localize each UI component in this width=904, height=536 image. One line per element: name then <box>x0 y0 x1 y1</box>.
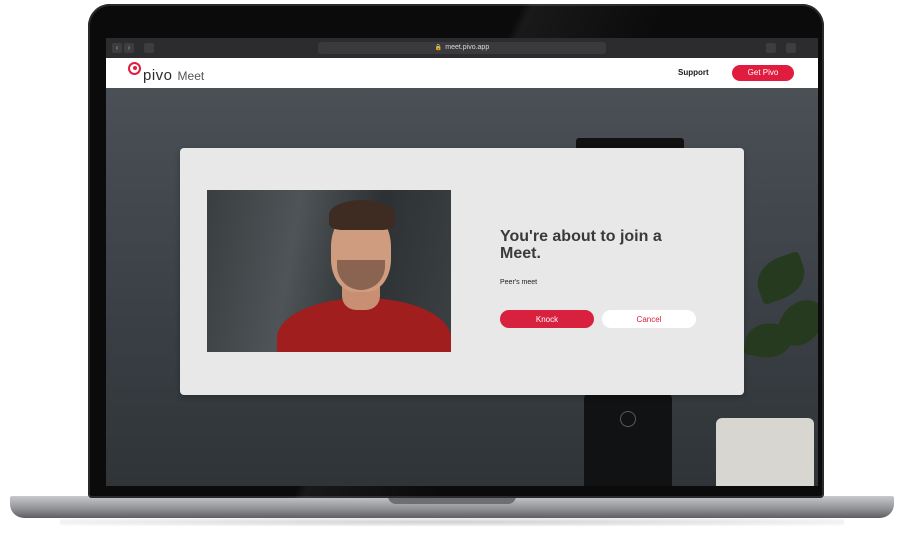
knock-button[interactable]: Knock <box>500 310 594 328</box>
logo-text: pivo <box>143 67 173 84</box>
address-bar[interactable]: 🔒 meet.pivo.app <box>318 42 606 54</box>
laptop-shadow <box>60 518 844 526</box>
share-icon[interactable] <box>766 43 776 53</box>
lock-icon: 🔒 <box>434 45 443 51</box>
sidebar-icon[interactable] <box>144 43 154 53</box>
site-header: pivo Meet Support Get Pivo <box>106 58 818 88</box>
camera-preview <box>207 190 451 352</box>
support-link[interactable]: Support <box>678 68 709 77</box>
plant-pot <box>716 418 814 486</box>
join-meet-dialog: You're about to join a Meet. Peer's meet… <box>180 148 744 395</box>
get-pivo-button[interactable]: Get Pivo <box>732 65 794 81</box>
pivo-stand-image <box>584 393 672 486</box>
cancel-button[interactable]: Cancel <box>602 310 696 328</box>
browser-toolbar: ‹ › 🔒 meet.pivo.app <box>106 38 818 58</box>
back-icon[interactable]: ‹ <box>112 43 122 53</box>
pivo-logo[interactable]: pivo Meet <box>128 62 204 84</box>
plant-leaf <box>750 250 812 306</box>
meet-name: Peer's meet <box>500 279 538 286</box>
laptop-screen: ‹ › 🔒 meet.pivo.app pivo Meet Support Get… <box>106 38 818 486</box>
tabs-icon[interactable] <box>786 43 796 53</box>
dialog-title: You're about to join a Meet. <box>500 228 662 262</box>
plant-leaf <box>743 319 794 362</box>
forward-icon[interactable]: › <box>124 43 134 53</box>
pivo-logo-mark <box>128 62 142 76</box>
logo-subtitle: Meet <box>177 69 205 83</box>
stand-ring <box>620 411 636 427</box>
url-text: meet.pivo.app <box>445 44 490 51</box>
